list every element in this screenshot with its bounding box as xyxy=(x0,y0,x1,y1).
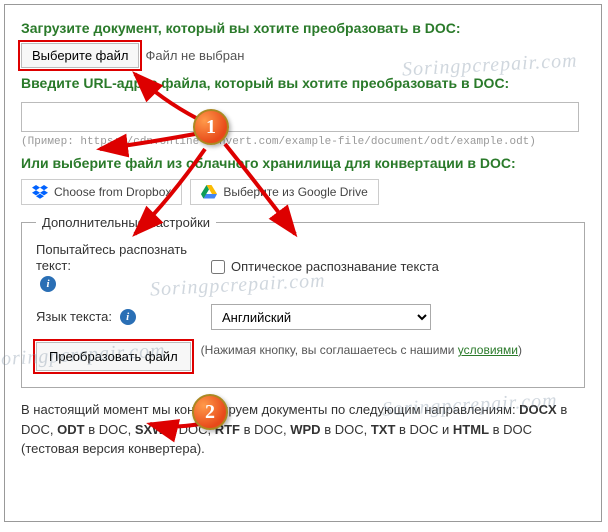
cloud-row: Choose from Dropbox Выберите из Google D… xyxy=(21,179,585,205)
settings-fieldset: Дополнительные настройки Попытайтесь рас… xyxy=(21,215,585,389)
disclaimer: (Нажимая кнопку, вы соглашаетесь с нашим… xyxy=(201,342,522,359)
gdrive-label: Выберите из Google Drive xyxy=(223,185,367,199)
dropbox-button[interactable]: Choose from Dropbox xyxy=(21,179,182,205)
step-badge-1: 1 xyxy=(193,109,229,145)
convert-row: Преобразовать файл (Нажимая кнопку, вы с… xyxy=(36,342,570,371)
ocr-label: Попытайтесь распознать текст: i xyxy=(36,242,211,293)
lang-row: Язык текста: i Английский xyxy=(36,304,570,330)
gdrive-icon xyxy=(201,185,217,199)
info-icon[interactable]: i xyxy=(40,276,56,292)
lang-label: Язык текста: i xyxy=(36,309,211,326)
cloud-heading: Или выберите файл из облачного хранилища… xyxy=(21,154,585,172)
ocr-checkbox-label: Оптическое распознавание текста xyxy=(231,259,439,274)
bottom-text: В настоящий момент мы конвертируем докум… xyxy=(21,400,585,459)
dropbox-label: Choose from Dropbox xyxy=(54,185,171,199)
form-container: Загрузите документ, который вы хотите пр… xyxy=(4,4,602,522)
file-status: Файл не выбран xyxy=(145,48,244,63)
step-badge-2: 2 xyxy=(192,394,228,430)
lang-select[interactable]: Английский xyxy=(211,304,431,330)
url-input[interactable] xyxy=(21,102,579,132)
convert-button[interactable]: Преобразовать файл xyxy=(36,342,191,371)
upload-heading: Загрузите документ, который вы хотите пр… xyxy=(21,19,585,37)
gdrive-button[interactable]: Выберите из Google Drive xyxy=(190,179,378,205)
ocr-checkbox[interactable] xyxy=(211,260,225,274)
file-row: Выберите файл Файл не выбран xyxy=(21,43,585,68)
url-example: (Пример: https://cdn.online-convert.com/… xyxy=(21,136,585,148)
terms-link[interactable]: условиями xyxy=(458,343,518,357)
choose-file-button[interactable]: Выберите файл xyxy=(21,43,139,68)
settings-legend: Дополнительные настройки xyxy=(36,215,216,230)
dropbox-icon xyxy=(32,185,48,199)
info-icon[interactable]: i xyxy=(120,309,136,325)
url-heading: Введите URL-адрес файла, который вы хоти… xyxy=(21,74,585,92)
ocr-row: Попытайтесь распознать текст: i Оптическ… xyxy=(36,242,570,293)
